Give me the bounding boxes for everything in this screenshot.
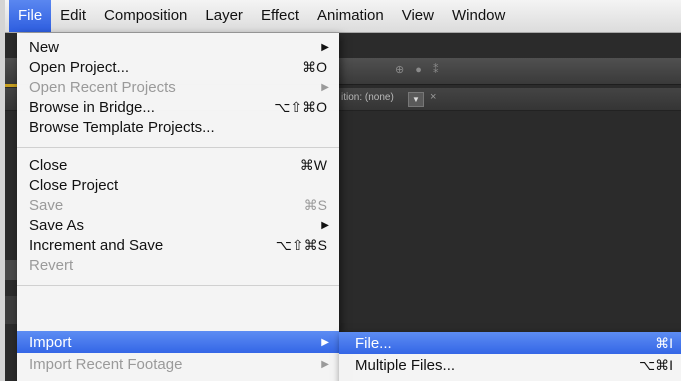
menu-item-revert[interactable]: Revert	[17, 255, 339, 275]
menu-view[interactable]: View	[393, 0, 443, 32]
shortcut: ⌘O	[302, 58, 327, 75]
menu-layer[interactable]: Layer	[196, 0, 252, 32]
menu-item-open-recent-projects[interactable]: Open Recent Projects ▶	[17, 77, 339, 97]
shortcut: ⌘W	[299, 156, 327, 173]
panel-accent	[5, 84, 17, 87]
submenu-arrow-icon: ▶	[321, 81, 329, 93]
shortcut: ⌥⌘I	[638, 356, 673, 373]
import-submenu: File... ⌘I Multiple Files... ⌥⌘I	[339, 332, 681, 381]
shortcut: ⌥⇧⌘S	[275, 236, 327, 253]
menu-animation[interactable]: Animation	[308, 0, 393, 32]
composition-tab-label[interactable]: ition: (none)	[341, 92, 394, 103]
submenu-arrow-icon: ▶	[321, 41, 329, 53]
menu-item-browse-template-projects[interactable]: Browse Template Projects...	[17, 117, 339, 137]
menu-edit[interactable]: Edit	[51, 0, 95, 32]
menu-item-browse-in-bridge[interactable]: Browse in Bridge... ⌥⇧⌘O	[17, 97, 339, 117]
menu-separator	[17, 285, 339, 286]
submenu-item-file[interactable]: File... ⌘I	[339, 332, 681, 354]
composition-tab-close-icon[interactable]: ×	[430, 91, 436, 103]
menu-window[interactable]: Window	[443, 0, 514, 32]
submenu-arrow-icon: ▶	[321, 358, 329, 370]
menu-file[interactable]: File	[9, 0, 52, 32]
composition-tab-dropdown-icon[interactable]: ▼	[408, 92, 424, 107]
menu-item-close-project[interactable]: Close Project	[17, 175, 339, 195]
menu-item-save[interactable]: Save ⌘S	[17, 195, 339, 215]
file-menu: New ▶ Open Project... ⌘O Open Recent Pro…	[17, 33, 339, 381]
menu-bar: File Edit Composition Layer Effect Anima…	[5, 0, 681, 33]
submenu-item-multiple-files[interactable]: Multiple Files... ⌥⌘I	[339, 355, 681, 375]
submenu-arrow-icon: ▶	[321, 336, 329, 348]
screenshot-frame: ⊕ ● ⁑ ition: (none) ▼ × File Edit Compos…	[0, 0, 681, 381]
menu-composition[interactable]: Composition	[95, 0, 196, 32]
menu-separator	[17, 147, 339, 148]
menu-item-import[interactable]: Import ▶	[17, 331, 339, 353]
menu-item-close[interactable]: Close ⌘W	[17, 155, 339, 175]
submenu-arrow-icon: ▶	[321, 219, 329, 231]
menu-effect[interactable]: Effect	[252, 0, 308, 32]
shortcut: ⌘I	[655, 334, 673, 351]
toolbar-icons: ⊕ ● ⁑	[395, 64, 443, 76]
menu-item-open-project[interactable]: Open Project... ⌘O	[17, 57, 339, 77]
menu-item-save-as[interactable]: Save As ▶	[17, 215, 339, 235]
shortcut: ⌘S	[303, 196, 327, 213]
menu-item-import-recent-footage[interactable]: Import Recent Footage ▶	[17, 354, 339, 374]
shortcut: ⌥⇧⌘O	[274, 98, 327, 115]
menu-item-increment-and-save[interactable]: Increment and Save ⌥⇧⌘S	[17, 235, 339, 255]
menu-item-new[interactable]: New ▶	[17, 37, 339, 57]
